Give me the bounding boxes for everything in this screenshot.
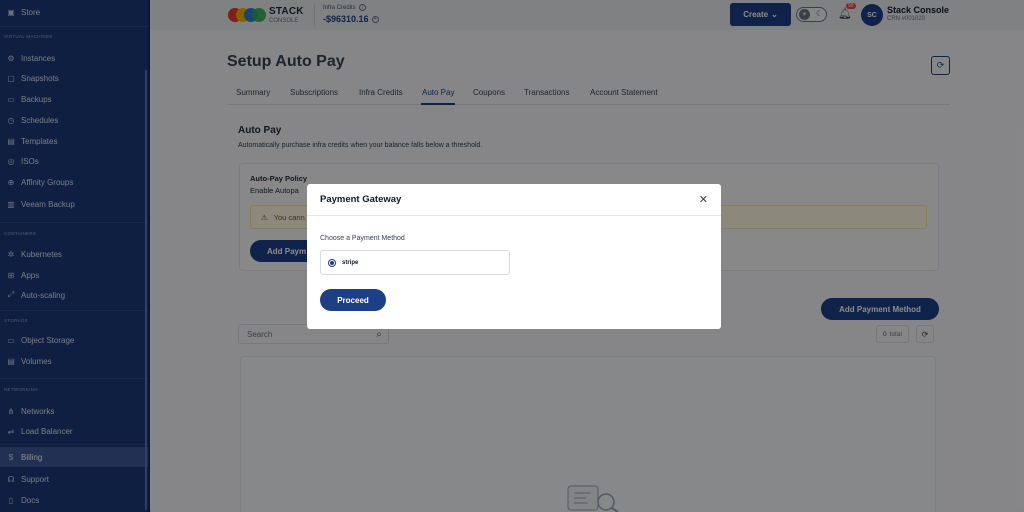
proceed-button[interactable]: Proceed	[320, 289, 386, 311]
payment-option-label: stripe	[342, 259, 359, 266]
payment-gateway-modal: Payment Gateway ✕ Choose a Payment Metho…	[307, 184, 721, 329]
payment-method-label: Choose a Payment Method	[320, 235, 405, 242]
payment-option-stripe[interactable]: stripe	[320, 250, 510, 275]
modal-header: Payment Gateway ✕	[307, 184, 721, 216]
modal-title: Payment Gateway	[320, 194, 402, 205]
radio-selected-icon[interactable]	[328, 258, 336, 267]
close-icon[interactable]: ✕	[699, 193, 708, 206]
